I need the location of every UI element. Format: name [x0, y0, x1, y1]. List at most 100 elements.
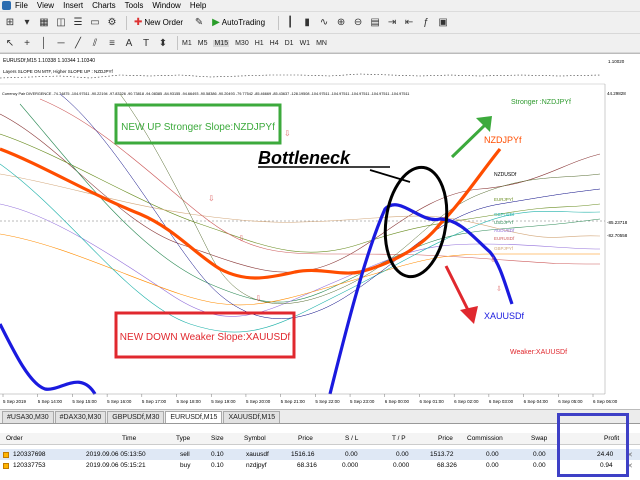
col-commission[interactable]: Commission: [467, 435, 503, 442]
new-order-button[interactable]: ✚ New Order: [131, 16, 186, 29]
timeframe-m30[interactable]: M30: [235, 40, 249, 47]
price-level-mid: -85.23718: [607, 220, 628, 225]
order-time: 2019.09.06 05:15:21: [86, 462, 146, 469]
order-id: 120337698: [13, 451, 46, 458]
navigator-icon[interactable]: ☰: [71, 16, 85, 30]
order-size: 0.10: [211, 462, 224, 469]
timeframe-m1[interactable]: M1: [182, 40, 192, 47]
menu-tools[interactable]: Tools: [125, 1, 144, 10]
time-label: 5 Sep 21:00: [281, 399, 306, 404]
time-label: 5 Sep 18:00: [177, 399, 202, 404]
timeframe-h4[interactable]: H4: [270, 40, 279, 47]
col-size[interactable]: Size: [211, 435, 224, 442]
col-symbol[interactable]: Symbol: [244, 435, 266, 442]
chart-canvas: EURUSDf,M15 1.10338 1.10344 1.10340 Laye…: [0, 58, 628, 404]
label-tool-icon[interactable]: T: [139, 36, 153, 50]
time-label: 6 Sep 00:00: [385, 399, 410, 404]
time-label: 5 Sep 23:00: [350, 399, 375, 404]
tester-icon[interactable]: ⚙: [105, 16, 119, 30]
col-order[interactable]: Order: [6, 435, 23, 442]
mini-label: NZDUSDf: [494, 172, 517, 178]
zoom-in-icon[interactable]: ⊕: [334, 16, 348, 30]
line-chart-icon[interactable]: ∿: [317, 16, 331, 30]
profiles-icon[interactable]: ▾: [20, 16, 34, 30]
new-order-label: New Order: [144, 18, 184, 27]
crosshair-icon[interactable]: +: [20, 36, 34, 50]
text-tool-icon[interactable]: A: [122, 36, 136, 50]
terminal-icon[interactable]: ▭: [88, 16, 102, 30]
mini-label: GBPUSDf: [494, 212, 515, 217]
order-current-price: 1513.72: [430, 451, 454, 458]
tab-gbpusd[interactable]: GBPUSDf,M30: [107, 411, 165, 423]
templates-icon[interactable]: ▣: [436, 16, 450, 30]
time-label: 5 Sep 14:00: [38, 399, 63, 404]
tab-usa30[interactable]: #USA30,M30: [2, 411, 54, 423]
chart-window[interactable]: EURUSDf,M15 1.10338 1.10344 1.10340 Laye…: [0, 53, 640, 409]
toolbar-divider: [177, 36, 178, 50]
toolbar-divider: [126, 15, 127, 30]
timeframe-m15[interactable]: M15: [213, 39, 230, 47]
candlestick-icon[interactable]: ▮: [300, 16, 314, 30]
table-row[interactable]: 120337698 2019.09.06 05:13:50 sell 0.10 …: [0, 449, 640, 460]
market-watch-icon[interactable]: ▦: [37, 16, 51, 30]
cursor-icon[interactable]: ↖: [3, 36, 17, 50]
fibonacci-icon[interactable]: ≡: [105, 36, 119, 50]
col-price[interactable]: Price: [298, 435, 313, 442]
new-chart-icon[interactable]: ⊞: [3, 16, 17, 30]
time-label: 6 Sep 03:00: [489, 399, 514, 404]
metaeditor-icon[interactable]: ✎: [192, 16, 206, 30]
up-arrow-shaft: [450, 122, 488, 159]
horizontal-line-icon[interactable]: ─: [54, 36, 68, 50]
autoscroll-icon[interactable]: ⇥: [385, 16, 399, 30]
timeframe-d1[interactable]: D1: [285, 40, 294, 47]
tab-dax30[interactable]: #DAX30,M30: [54, 411, 107, 423]
table-row[interactable]: 120337753 2019.09.06 05:15:21 buy 0.10 n…: [0, 460, 640, 471]
main-toolbar: ⊞ ▾ ▦ ◫ ☰ ▭ ⚙ ✚ New Order ✎ ▶ AutoTradin…: [0, 12, 640, 34]
menu-file[interactable]: File: [15, 1, 28, 10]
menu-window[interactable]: Window: [152, 1, 180, 10]
menu-insert[interactable]: Insert: [63, 1, 83, 10]
time-label: 5 Sep 20:00: [246, 399, 271, 404]
indicators-icon[interactable]: ƒ: [419, 16, 433, 30]
autotrading-button[interactable]: ▶ AutoTrading: [209, 16, 268, 29]
timeframe-mn[interactable]: MN: [316, 40, 327, 47]
timeframe-m5[interactable]: M5: [198, 40, 208, 47]
down-arrow-icon: ⇩: [238, 234, 245, 243]
down-arrow-icon: ⇩: [255, 294, 262, 303]
timeframe-h1[interactable]: H1: [255, 40, 264, 47]
down-arrow-shaft: [444, 265, 472, 315]
menu-bar: File View Insert Charts Tools Window Hel…: [0, 0, 640, 12]
col-swap[interactable]: Swap: [531, 435, 547, 442]
order-price: 1516.16: [291, 451, 315, 458]
tile-windows-icon[interactable]: ▤: [368, 16, 382, 30]
channel-icon[interactable]: ⫽: [88, 36, 102, 50]
data-window-icon[interactable]: ◫: [54, 16, 68, 30]
col-type[interactable]: Type: [176, 435, 190, 442]
trendline-icon[interactable]: ╱: [71, 36, 85, 50]
col-time[interactable]: Time: [122, 435, 136, 442]
tab-xauusd[interactable]: XAUUSDf,M15: [223, 411, 281, 423]
vertical-line-icon[interactable]: │: [37, 36, 51, 50]
arrows-tool-icon[interactable]: ⬍: [156, 36, 170, 50]
xauusd-label: XAUUSDf: [484, 311, 525, 321]
timeframe-w1[interactable]: W1: [300, 40, 311, 47]
tab-eurusd[interactable]: EURUSDf,M15: [165, 411, 223, 423]
col-current-price[interactable]: Price: [438, 435, 453, 442]
time-label: 5 Sep 22:00: [315, 399, 340, 404]
bar-chart-icon[interactable]: ┃: [283, 16, 297, 30]
price-level-top: 1.10020: [608, 59, 625, 64]
chart-shift-icon[interactable]: ⇤: [402, 16, 416, 30]
down-slope-label: NEW DOWN Weaker Slope:XAUUSDf: [120, 332, 291, 343]
zoom-out-icon[interactable]: ⊖: [351, 16, 365, 30]
menu-view[interactable]: View: [37, 1, 54, 10]
menu-help[interactable]: Help: [190, 1, 206, 10]
order-swap: 0.00: [533, 462, 546, 469]
down-arrow-icon: ⇩: [490, 256, 496, 264]
weaker-label: Weaker:XAUUSDf: [510, 349, 567, 356]
order-sl: 0.000: [342, 462, 359, 469]
col-tp[interactable]: T / P: [392, 435, 406, 442]
menu-charts[interactable]: Charts: [92, 1, 116, 10]
chart-tabs: #USA30,M30 #DAX30,M30 GBPUSDf,M30 EURUSD…: [0, 409, 640, 423]
profit-highlight-box: [557, 413, 629, 477]
col-sl[interactable]: S / L: [345, 435, 358, 442]
